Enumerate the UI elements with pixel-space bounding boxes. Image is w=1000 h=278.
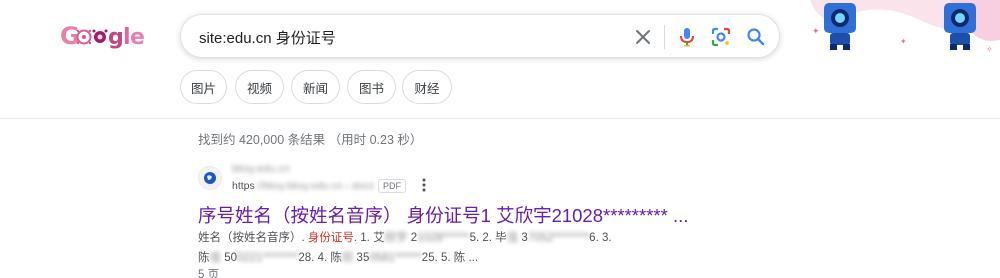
url-path: ://bksy.bksy.edu.cn › docs: [254, 180, 375, 192]
site-name[interactable]: bksy.edu.cn: [232, 163, 290, 175]
logo-flower-icon: [92, 29, 108, 43]
microphone-icon[interactable]: [675, 25, 699, 49]
chip-books[interactable]: 图书: [347, 70, 396, 104]
svg-text:✧: ✧: [986, 45, 993, 54]
logo-letter-g2: g: [108, 25, 124, 50]
snippet-highlight: 身份证号: [307, 232, 354, 244]
site-url[interactable]: https://bksy.bksy.edu.cn › docs: [232, 180, 374, 192]
snippet-line-1: 姓名（按姓名音序）. 身份证号. 1. 艾欣宇 21028******5. 2.…: [198, 232, 612, 244]
google-lens-icon[interactable]: [709, 25, 733, 49]
page-count: 5 页: [198, 269, 220, 278]
svg-text:✦: ✦: [900, 37, 907, 46]
header: ✦ ✦ ✧ G g l e site:edu.cn 身份证号 图片 视频 新闻 …: [0, 0, 1000, 118]
logo-letter-e: e: [130, 25, 145, 50]
search-input[interactable]: [199, 25, 619, 49]
chip-images[interactable]: 图片: [180, 70, 227, 104]
redacted-text: 0221********: [237, 252, 299, 264]
result-title-link[interactable]: 序号姓名（按姓名音序） 身份证号1 艾欣宇21028********* ...: [198, 202, 688, 228]
globe-icon: [204, 172, 216, 184]
search-divider: [664, 25, 665, 49]
redacted-text: 1028******: [417, 232, 470, 244]
file-type-badge: PDF: [378, 179, 406, 193]
chip-finance[interactable]: 财经: [402, 70, 452, 104]
clear-icon[interactable]: [631, 25, 655, 49]
logo-doodle-icon: G g l e: [60, 22, 145, 50]
character-left-icon: [824, 3, 856, 50]
doodle-decoration: ✦ ✦ ✧: [810, 0, 1000, 54]
result-snippet: 姓名（按姓名音序）. 身份证号. 1. 艾欣宇 21028******5. 2.…: [198, 228, 743, 268]
chip-videos[interactable]: 视频: [235, 70, 284, 104]
redacted-text: 佳: [209, 252, 222, 264]
redacted-text: 佳: [506, 232, 519, 244]
header-divider: [0, 118, 1000, 119]
google-logo[interactable]: G g l e: [58, 18, 148, 52]
site-favicon[interactable]: [198, 166, 222, 190]
redacted-text: 欣: [341, 252, 354, 264]
more-options-icon[interactable]: [418, 177, 430, 193]
search-box: [180, 14, 780, 58]
redacted-text: 7052********: [527, 232, 590, 244]
redacted-text: 0581******: [369, 252, 422, 264]
redacted-text: 欣宇: [384, 232, 408, 244]
chip-news[interactable]: 新闻: [291, 70, 340, 104]
url-prefix: https: [232, 180, 255, 192]
result-stats: 找到约 420,000 条结果 （用时 0.23 秒）: [198, 133, 423, 147]
search-icon[interactable]: [744, 25, 768, 49]
character-right-icon: [944, 3, 976, 50]
svg-text:✦: ✦: [812, 26, 820, 36]
snippet-line-2: 陈佳 500221********28. 4. 陈欣 350581******2…: [198, 252, 479, 264]
